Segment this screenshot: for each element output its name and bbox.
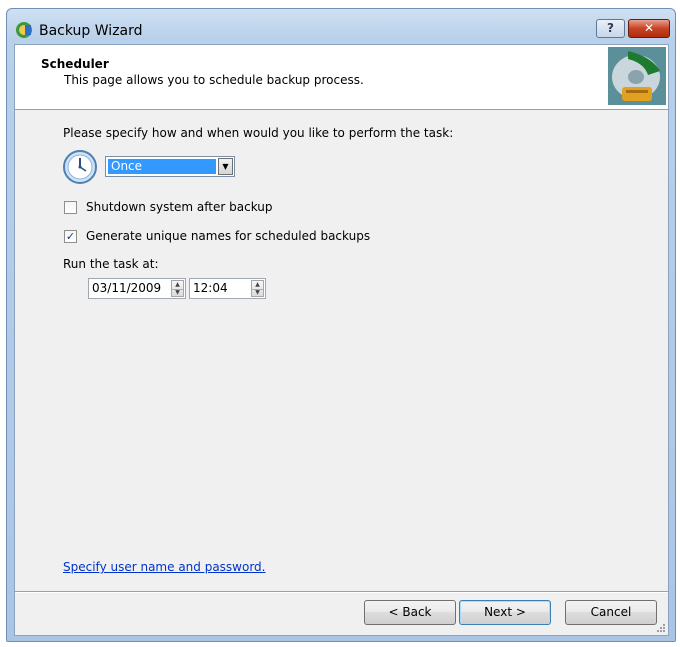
wizard-header: Scheduler This page allows you to schedu…	[15, 45, 668, 110]
next-button[interactable]: Next >	[459, 600, 551, 625]
time-picker-field[interactable]: 12:04 ▲ ▼	[189, 278, 266, 299]
shutdown-checkbox[interactable]	[64, 201, 77, 214]
cancel-button[interactable]: Cancel	[565, 600, 657, 625]
shutdown-checkbox-label[interactable]: Shutdown system after backup	[86, 200, 273, 214]
date-value: 03/11/2009	[92, 281, 162, 295]
frequency-selected-value: Once	[108, 159, 216, 174]
resize-grip-icon[interactable]	[656, 623, 666, 633]
title-bar[interactable]: Backup Wizard ? ✕	[7, 9, 675, 43]
window-title: Backup Wizard	[39, 23, 143, 39]
help-button[interactable]: ?	[596, 19, 625, 38]
intro-text: Please specify how and when would you li…	[63, 126, 454, 140]
page-title: Scheduler	[41, 57, 109, 71]
back-button[interactable]: < Back	[364, 600, 456, 625]
page-subtitle: This page allows you to schedule backup …	[64, 73, 364, 87]
close-button[interactable]: ✕	[628, 19, 670, 38]
spin-down-icon[interactable]: ▼	[172, 289, 183, 297]
date-spinner[interactable]: ▲ ▼	[171, 280, 184, 297]
backup-app-icon	[16, 22, 32, 38]
clock-icon	[63, 150, 97, 184]
time-spinner[interactable]: ▲ ▼	[251, 280, 264, 297]
wizard-client-area: Scheduler This page allows you to schedu…	[14, 44, 669, 636]
chevron-down-icon[interactable]: ▼	[218, 158, 233, 175]
unique-names-checkbox-label[interactable]: Generate unique names for scheduled back…	[86, 229, 370, 243]
frequency-dropdown[interactable]: Once ▼	[105, 156, 235, 177]
backup-disc-icon	[608, 47, 666, 105]
backup-wizard-window: Backup Wizard ? ✕ Scheduler This page al…	[6, 8, 676, 642]
run-task-at-label: Run the task at:	[63, 257, 159, 271]
date-picker-field[interactable]: 03/11/2009 ▲ ▼	[88, 278, 186, 299]
footer-divider	[15, 591, 668, 593]
specify-credentials-link[interactable]: Specify user name and password.	[63, 560, 266, 574]
time-value: 12:04	[193, 281, 228, 295]
unique-names-checkbox[interactable]: ✓	[64, 230, 77, 243]
spin-down-icon[interactable]: ▼	[252, 289, 263, 297]
